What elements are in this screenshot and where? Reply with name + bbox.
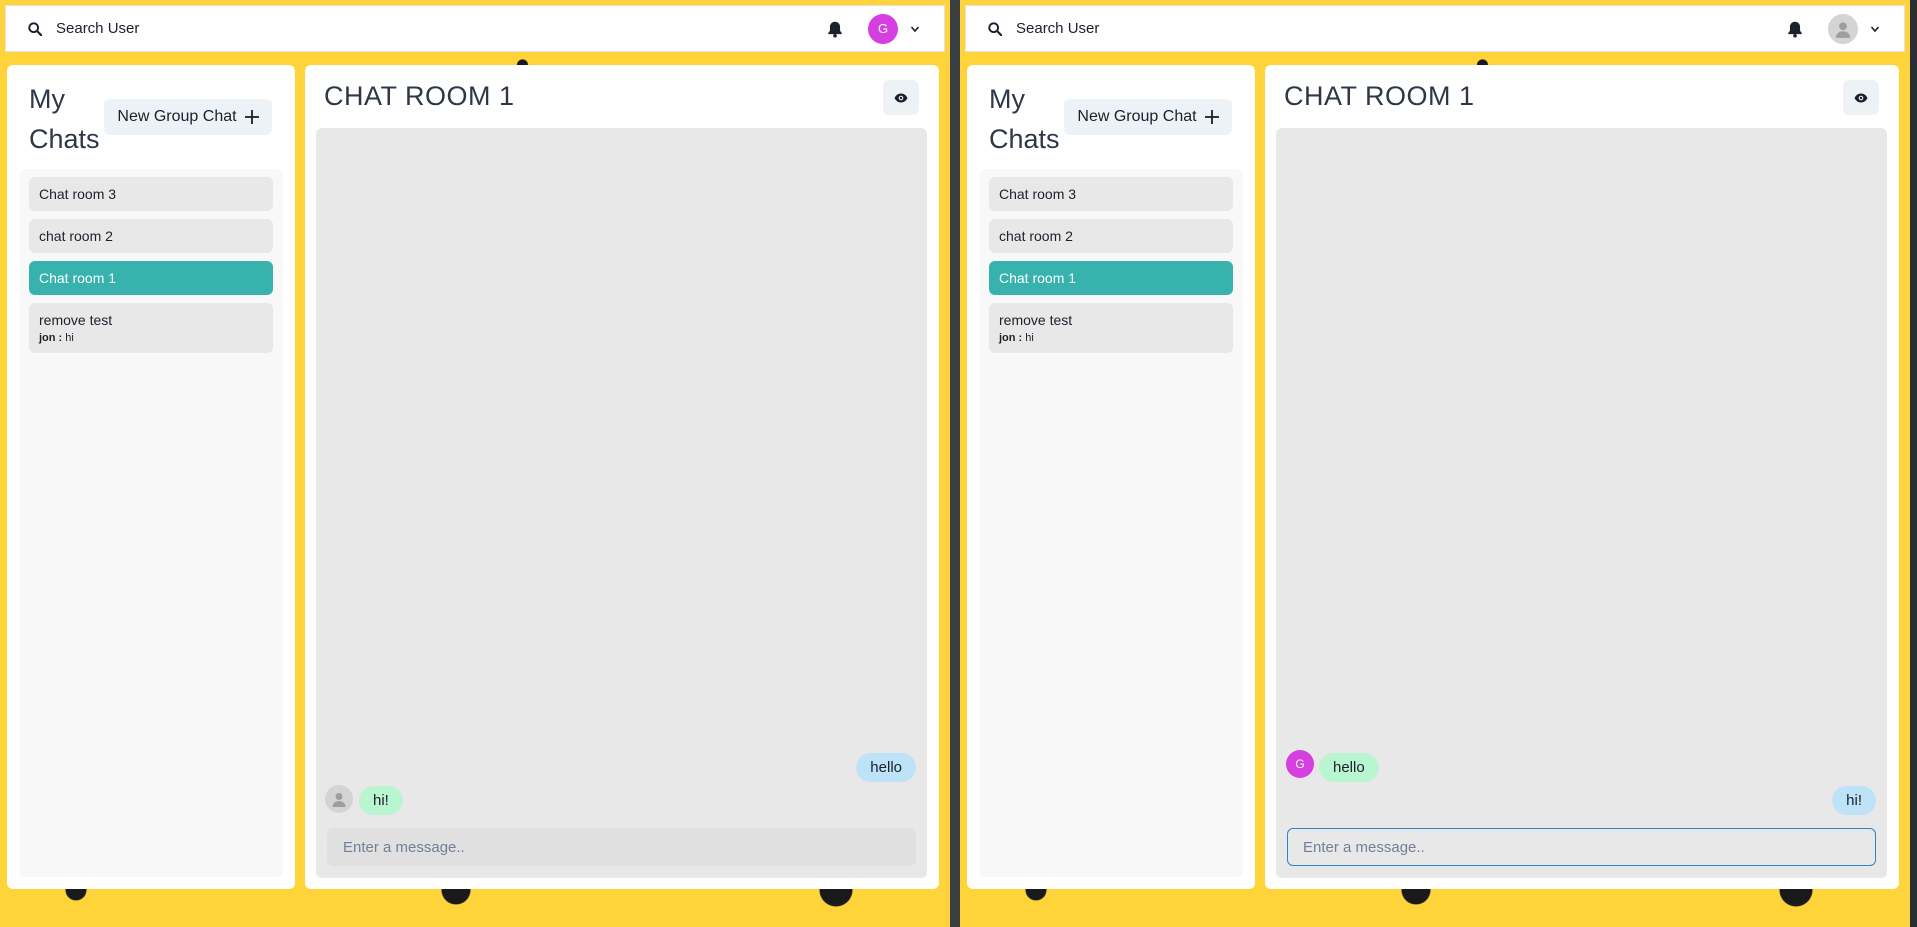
right-window: Search User My Chats New Group Chat Chat… — [960, 0, 1910, 927]
chat-name: chat room 2 — [39, 228, 113, 244]
bell-icon[interactable] — [1786, 20, 1804, 38]
room-title: CHAT ROOM 1 — [1284, 81, 1475, 111]
chat-list: Chat room 3 chat room 2 Chat room 1 remo… — [19, 169, 283, 877]
chat-name: Chat room 1 — [39, 270, 117, 286]
chevron-down-icon[interactable] — [1870, 24, 1880, 34]
chat-preview: jon : hi — [39, 332, 263, 344]
message-input[interactable] — [327, 828, 916, 866]
search-user-button[interactable]: Search User — [28, 20, 139, 37]
chat-list: Chat room 3 chat room 2 Chat room 1 remo… — [979, 169, 1243, 877]
my-chats-title: My Chats — [989, 84, 1060, 154]
preview-text: hi — [1025, 332, 1034, 344]
top-bar: Search User G — [5, 5, 945, 52]
chat-name: remove test — [999, 312, 1073, 328]
chat-name: Chat room 3 — [999, 186, 1077, 202]
message-bubble-sent: hello — [856, 753, 916, 782]
chat-name: Chat room 1 — [999, 270, 1077, 286]
message-bubble-received: hi! — [359, 786, 403, 815]
chat-item-chat-room-1[interactable]: Chat room 1 — [29, 261, 273, 295]
view-profile-button[interactable] — [883, 80, 919, 115]
search-icon — [28, 21, 42, 36]
message-bubble-sent: hi! — [1832, 786, 1876, 815]
new-group-chat-button[interactable]: New Group Chat — [104, 99, 272, 135]
left-window: Search User G My Chats New Group Chat Ch… — [0, 0, 950, 927]
default-avatar-icon — [1835, 21, 1851, 38]
chat-item-chat-room-3[interactable]: Chat room 3 — [989, 177, 1233, 211]
chat-name: chat room 2 — [999, 228, 1073, 244]
search-user-button[interactable]: Search User — [988, 20, 1099, 37]
chevron-down-icon[interactable] — [910, 24, 920, 34]
my-chats-title: My Chats — [29, 84, 100, 154]
preview-text: hi — [65, 332, 74, 344]
chat-item-chat-room-2[interactable]: chat room 2 — [29, 219, 273, 253]
message-bubble-received: hello — [1319, 753, 1379, 782]
eye-icon — [894, 93, 908, 102]
chat-name: Chat room 3 — [39, 186, 117, 202]
search-label: Search User — [1016, 20, 1100, 37]
chat-item-remove-test[interactable]: remove test jon : hi — [989, 303, 1233, 353]
user-avatar[interactable] — [1828, 13, 1858, 44]
search-icon — [988, 21, 1002, 36]
chat-item-chat-room-3[interactable]: Chat room 3 — [29, 177, 273, 211]
my-chats-panel: My Chats New Group Chat Chat room 3 chat… — [967, 65, 1255, 889]
message-area: G hello hi! — [1276, 128, 1887, 878]
default-avatar-icon — [325, 785, 353, 813]
plus-icon — [244, 110, 259, 124]
chat-name: remove test — [39, 312, 113, 328]
chat-item-chat-room-2[interactable]: chat room 2 — [989, 219, 1233, 253]
eye-icon — [1854, 93, 1868, 102]
message-input[interactable] — [1287, 828, 1876, 866]
chat-item-remove-test[interactable]: remove test jon : hi — [29, 303, 273, 353]
search-label: Search User — [56, 20, 140, 37]
my-chats-panel: My Chats New Group Chat Chat room 3 chat… — [7, 65, 295, 889]
preview-sender: jon : — [999, 332, 1023, 344]
bell-icon[interactable] — [826, 20, 844, 38]
user-avatar[interactable]: G — [868, 13, 898, 44]
chat-room-panel: CHAT ROOM 1 G hello hi! — [1265, 65, 1899, 889]
preview-sender: jon : — [39, 332, 63, 344]
top-bar: Search User — [965, 5, 1905, 52]
sender-avatar: G — [1286, 750, 1314, 778]
chat-preview: jon : hi — [999, 332, 1223, 344]
chat-room-panel: CHAT ROOM 1 hello hi! — [305, 65, 939, 889]
room-title: CHAT ROOM 1 — [324, 81, 515, 111]
new-group-chat-label: New Group Chat — [117, 108, 237, 125]
new-group-chat-button[interactable]: New Group Chat — [1064, 99, 1232, 135]
message-area: hello hi! — [316, 128, 927, 878]
chat-item-chat-room-1[interactable]: Chat room 1 — [989, 261, 1233, 295]
window-divider — [950, 0, 960, 927]
plus-icon — [1204, 110, 1219, 124]
new-group-chat-label: New Group Chat — [1077, 108, 1197, 125]
view-profile-button[interactable] — [1843, 80, 1879, 115]
